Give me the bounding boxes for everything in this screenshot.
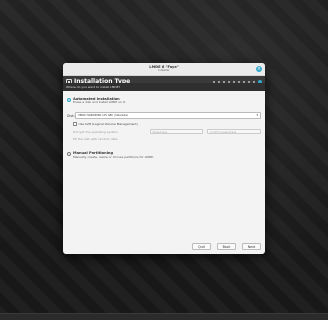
confirm-passphrase-field[interactable]: Confirm passphrase xyxy=(207,129,262,135)
confirm-passphrase-placeholder: Confirm passphrase xyxy=(210,131,237,135)
button-bar: Quit Back Next xyxy=(192,243,261,250)
disk-selected-value: VBOX HARDDISK (25 GB) (/dev/sda) xyxy=(78,113,128,118)
manual-radio[interactable] xyxy=(67,151,71,156)
installer-window: LMDE 6 "Faye" Installer × Installation T… xyxy=(63,63,265,254)
option-manual[interactable]: Manual Partitioning Manually create, res… xyxy=(67,151,261,159)
next-button[interactable]: Next xyxy=(242,243,261,250)
back-button[interactable]: Back xyxy=(217,243,236,250)
automated-desc: Erase a disk and install LMDE on it. xyxy=(73,100,126,105)
main-content: Automated Installation Erase a disk and … xyxy=(63,91,265,237)
taskbar-panel xyxy=(0,313,328,320)
passphrase-placeholder: Passphrase xyxy=(152,131,168,135)
encrypt-row: Encrypt the operating system Passphrase … xyxy=(73,129,262,135)
automated-radio[interactable] xyxy=(67,97,71,102)
disk-label: Disk: xyxy=(67,113,75,118)
page-question: Where do you want to install LMDE? xyxy=(63,83,265,91)
fill-random-label: Fill the disk with random data xyxy=(73,137,118,142)
lvm-label: Use LVM (Logical Volume Management) xyxy=(78,122,138,127)
disk-row: Disk: VBOX HARDDISK (25 GB) (/dev/sda) ▾ xyxy=(67,112,261,120)
manual-desc: Manually create, resize or choose partit… xyxy=(73,154,155,159)
window-subtitle: Installer xyxy=(158,67,170,72)
close-icon[interactable]: × xyxy=(256,66,262,72)
option-automated[interactable]: Automated Installation Erase a disk and … xyxy=(67,97,261,105)
window-titlebar[interactable]: LMDE 6 "Faye" Installer × xyxy=(63,63,265,76)
passphrase-field[interactable]: Passphrase xyxy=(149,129,204,135)
disk-select[interactable]: VBOX HARDDISK (25 GB) (/dev/sda) ▾ xyxy=(75,112,261,120)
chevron-down-icon: ▾ xyxy=(256,113,258,118)
encrypt-label: Encrypt the operating system xyxy=(73,129,118,134)
lvm-checkbox[interactable] xyxy=(73,122,77,126)
lvm-row[interactable]: Use LVM (Logical Volume Management) xyxy=(73,122,261,126)
quit-button[interactable]: Quit xyxy=(192,243,211,250)
